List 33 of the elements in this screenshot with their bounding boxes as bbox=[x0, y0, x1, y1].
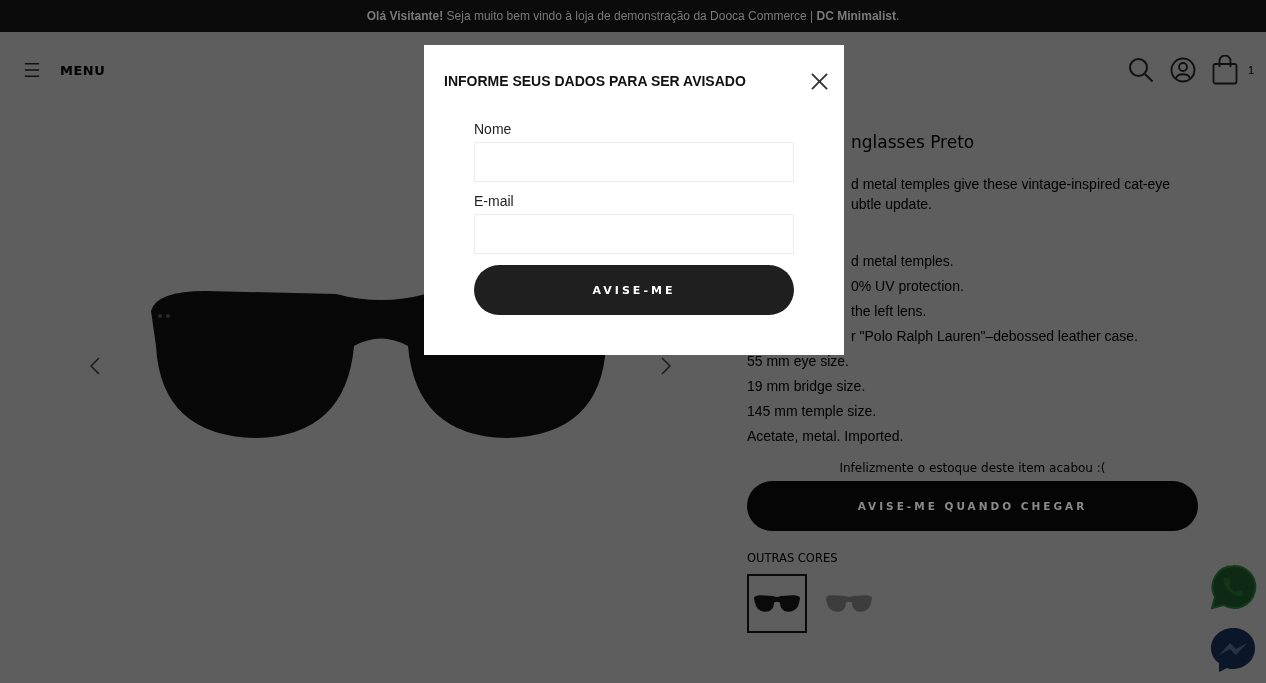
product-detail: 0% UV protection. bbox=[850, 277, 965, 296]
product-detail: 145 mm temple size. bbox=[747, 402, 878, 421]
user-icon[interactable] bbox=[1169, 57, 1196, 83]
out-of-stock-message: Infelizmente o estoque deste item acabou :( bbox=[838, 461, 1107, 475]
menu-icon bbox=[24, 62, 40, 78]
chevron-right-icon[interactable] bbox=[661, 356, 671, 375]
color-swatch[interactable] bbox=[747, 574, 807, 633]
input-field[interactable] bbox=[474, 214, 794, 254]
search-icon[interactable] bbox=[1127, 57, 1154, 83]
chevron-left-icon[interactable] bbox=[90, 356, 100, 375]
shopping-bag-icon[interactable] bbox=[1211, 55, 1238, 85]
field-label: E-mail bbox=[474, 193, 515, 209]
product-detail: d metal temples. bbox=[850, 252, 955, 271]
close-icon[interactable] bbox=[811, 72, 828, 90]
product-detail: r "Polo Ralph Lauren"–debossed leather case. bbox=[850, 327, 1139, 346]
submit-button[interactable]: AVISE-ME bbox=[474, 265, 794, 315]
input-field[interactable] bbox=[474, 142, 794, 182]
whatsapp-icon[interactable] bbox=[1209, 563, 1257, 611]
product-description: ubtle update. bbox=[850, 195, 933, 214]
product-detail: 19 mm bridge size. bbox=[747, 377, 867, 396]
product-title: nglasses Preto bbox=[850, 132, 976, 152]
notify-when-available-button[interactable]: AVISE-ME QUANDO CHEGAR bbox=[747, 481, 1198, 531]
welcome-text: Olá Visitante! Seja muito bem vindo à loja de demonstração da Dooca Commerce | DC Minimalist. bbox=[366, 9, 900, 23]
cart-count: 1 bbox=[1247, 64, 1254, 76]
product-detail: Acetate, metal. Imported. bbox=[747, 427, 905, 446]
dialog-title: INFORME SEUS DADOS PARA SER AVISADO bbox=[444, 73, 746, 89]
menu-button[interactable]: MENU bbox=[24, 62, 106, 78]
product-description: d metal temples give these vintage-inspired cat-eye bbox=[850, 175, 1172, 194]
field-label: Nome bbox=[474, 121, 513, 137]
product-detail: the left lens. bbox=[850, 302, 928, 321]
product-detail: 55 mm eye size. bbox=[747, 352, 850, 371]
messenger-icon[interactable] bbox=[1209, 626, 1257, 674]
other-colors-label: OUTRAS CORES bbox=[747, 551, 839, 565]
